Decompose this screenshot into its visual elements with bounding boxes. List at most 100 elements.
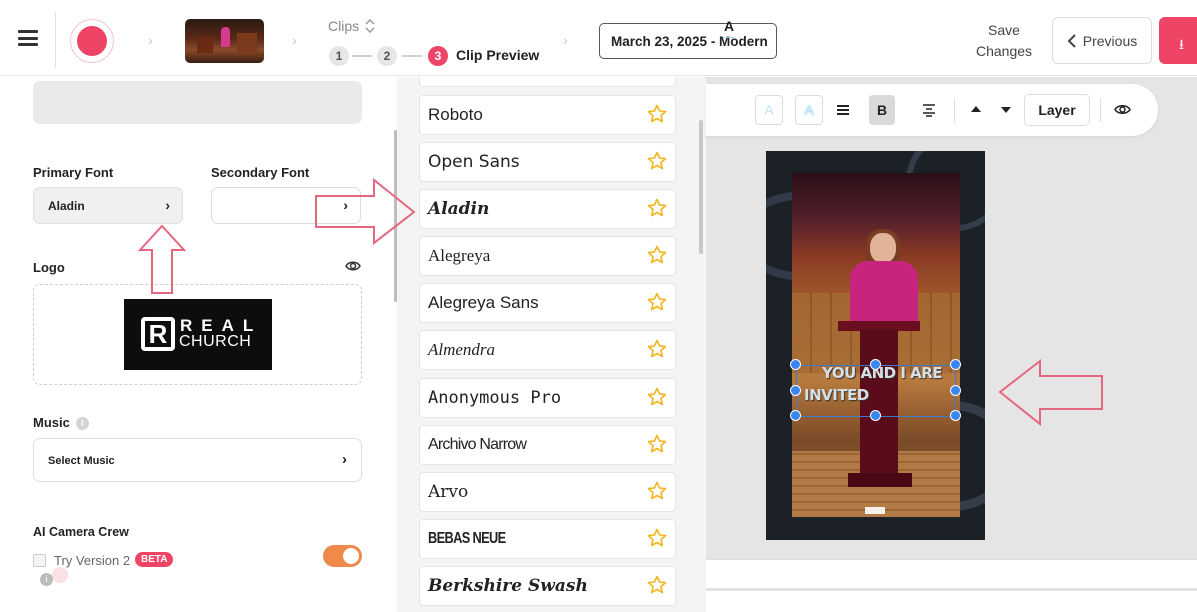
previous-label: Previous (1082, 32, 1138, 49)
font-item-anonymous-pro[interactable]: Anonymous Pro (419, 378, 676, 418)
clip-preview[interactable] (766, 151, 985, 540)
font-name: Open Sans (428, 152, 520, 172)
star-icon[interactable] (647, 292, 667, 312)
video-thumbnail[interactable] (185, 19, 264, 63)
align-center-icon[interactable] (922, 103, 936, 117)
chevron-right-icon: › (343, 197, 348, 213)
download-icon: ⭳ (1179, 36, 1184, 52)
resize-handle[interactable] (950, 359, 961, 370)
sort-icon (365, 19, 375, 33)
record-icon (77, 26, 107, 56)
eye-icon[interactable] (345, 259, 361, 273)
beta-badge: BETA (135, 552, 174, 567)
resize-handle[interactable] (790, 385, 801, 396)
font-item-bebas-neue[interactable]: BEBAS NEUE (419, 519, 676, 559)
step-connector (352, 55, 372, 57)
font-item-arvo[interactable]: Arvo (419, 472, 676, 512)
font-name: Alegreya Sans (428, 293, 539, 312)
caret-down-icon[interactable] (1001, 107, 1011, 114)
divider (55, 12, 56, 68)
star-icon[interactable] (647, 575, 667, 595)
chevron-right-icon: › (165, 197, 170, 213)
divider (954, 98, 955, 122)
primary-font-select[interactable]: Aladin › (33, 187, 183, 224)
save-changes-button[interactable]: Save Changes (962, 20, 1046, 62)
settings-panel: Primary Font Secondary Font Aladin › › L… (0, 77, 397, 612)
logo-dropzone[interactable]: R REAL CHURCH (33, 284, 362, 385)
star-icon[interactable] (647, 434, 667, 454)
clips-dropdown[interactable]: Clips (328, 18, 375, 34)
resize-handle[interactable] (870, 410, 881, 421)
font-item-open-sans[interactable]: Open Sans (419, 142, 676, 182)
camera-crew-toggle[interactable] (323, 545, 362, 567)
text-shadow-button[interactable]: A (795, 95, 823, 125)
resize-handle[interactable] (790, 359, 801, 370)
chevron-right-icon: › (292, 32, 297, 48)
star-icon[interactable] (647, 151, 667, 171)
try-version-checkbox[interactable] (33, 554, 46, 567)
secondary-font-label: Secondary Font (211, 165, 310, 180)
font-item[interactable] (419, 77, 676, 87)
font-item-alegreya-sans[interactable]: Alegreya Sans (419, 283, 676, 323)
step-3[interactable]: 3 (428, 46, 448, 66)
chevron-right-icon: › (342, 451, 347, 468)
music-select[interactable]: Select Music › (33, 438, 362, 482)
clip-title-field[interactable]: March 23, 2025 - Modern (599, 23, 777, 59)
font-name: Alegreya (428, 246, 491, 265)
bold-button[interactable]: B (869, 95, 895, 125)
logo-label: Logo (33, 260, 65, 275)
step-connector (402, 55, 422, 57)
save-label: Changes (975, 43, 1033, 59)
export-button[interactable]: ⭳ (1159, 17, 1197, 64)
primary-font-value: Aladin (48, 199, 85, 213)
font-item-roboto[interactable]: Roboto (419, 95, 676, 135)
font-name: Aladin (428, 199, 490, 219)
align-justify-icon[interactable] (836, 104, 850, 116)
top-bar: › › Clips 1 2 3 Clip Preview › March 23,… (0, 0, 1197, 76)
chevron-left-icon (1067, 33, 1076, 48)
font-item-alegreya[interactable]: Alegreya (419, 236, 676, 276)
music-select-label: Select Music (48, 455, 115, 467)
font-name: BEBAS NEUE (428, 530, 506, 547)
star-icon[interactable] (647, 387, 667, 407)
caret-up-icon[interactable] (971, 106, 981, 113)
step-1[interactable]: 1 (329, 46, 349, 66)
font-item-aladin[interactable]: Aladin (419, 189, 676, 229)
secondary-font-select[interactable]: › (211, 187, 361, 224)
text-outline-button[interactable]: A (755, 95, 783, 125)
speaker-video (792, 173, 960, 517)
step-2[interactable]: 2 (377, 46, 397, 66)
star-icon[interactable] (647, 104, 667, 124)
resize-handle[interactable] (950, 410, 961, 421)
text-color-button[interactable]: A (716, 11, 742, 41)
font-item-berkshire-swash[interactable]: Berkshire Swash (419, 566, 676, 606)
menu-icon[interactable] (18, 30, 38, 46)
star-icon[interactable] (647, 528, 667, 548)
record-button[interactable] (70, 19, 114, 63)
resize-handle[interactable] (870, 359, 881, 370)
info-icon[interactable]: i (40, 573, 53, 586)
camera-crew-label: AI Camera Crew (33, 525, 129, 539)
layer-button[interactable]: Layer (1024, 94, 1090, 126)
resize-handle[interactable] (790, 410, 801, 421)
font-name: Almendra (428, 340, 496, 359)
star-icon[interactable] (647, 481, 667, 501)
eye-icon[interactable] (1114, 103, 1131, 116)
font-name: Archivo Narrow (428, 436, 527, 453)
try-version-label: Try Version 2 (54, 553, 131, 568)
active-step-label: Clip Preview (456, 47, 540, 63)
info-icon[interactable]: i (75, 417, 89, 430)
star-icon[interactable] (647, 339, 667, 359)
resize-handle[interactable] (950, 385, 961, 396)
star-icon[interactable] (647, 198, 667, 218)
save-label: Save (988, 22, 1020, 38)
previous-button[interactable]: Previous (1052, 17, 1152, 64)
font-name: Roboto (428, 105, 483, 124)
font-item-archivo-narrow[interactable]: Archivo Narrow (419, 425, 676, 465)
clips-label: Clips (328, 18, 360, 34)
placeholder-bar (33, 81, 362, 124)
cursor-indicator (52, 567, 68, 583)
font-item-almendra[interactable]: Almendra (419, 330, 676, 370)
star-icon[interactable] (647, 245, 667, 265)
scrollbar[interactable] (699, 120, 703, 254)
